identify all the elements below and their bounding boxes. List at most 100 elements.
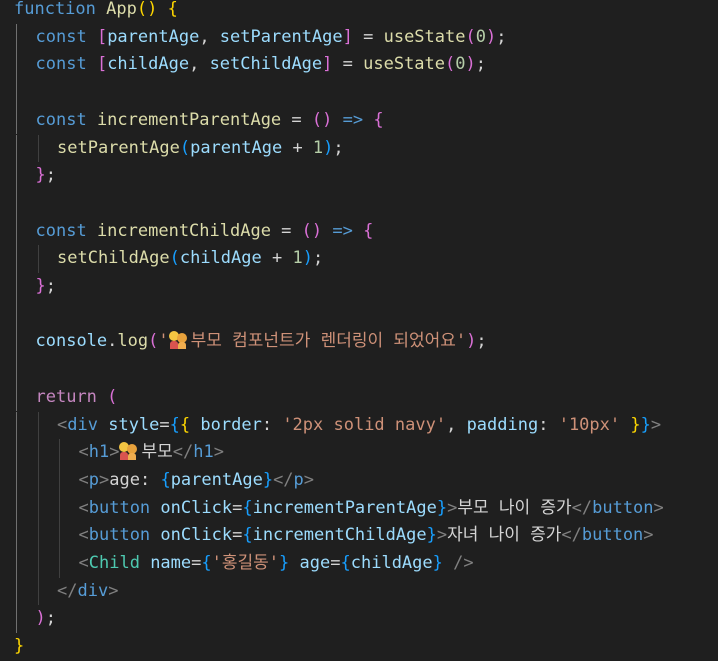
code-token: incrementParentAge	[96, 109, 282, 130]
code-text: const incrementParentAge = () => {	[36, 107, 384, 135]
code-token: }	[640, 414, 651, 435]
code-token: >	[109, 442, 120, 463]
code-token: >	[643, 525, 654, 546]
code-token: ;	[496, 26, 507, 47]
code-text: const [childAge, setChildAge] = useState…	[36, 51, 487, 79]
code-token: </	[57, 580, 78, 601]
code-line: const incrementParentAge = () => {	[0, 106, 718, 135]
indent-guide	[37, 522, 39, 550]
code-token: age	[299, 553, 331, 573]
code-line	[0, 189, 718, 218]
code-token: =>	[342, 109, 364, 130]
code-token: =	[352, 26, 384, 47]
code-token: =>	[332, 220, 353, 241]
code-token: ]	[322, 54, 333, 75]
code-token: (	[136, 0, 148, 19]
code-token: )	[302, 248, 313, 269]
code-text: const incrementChildAge = () => {	[36, 218, 374, 246]
code-token: button	[88, 497, 151, 518]
code-token: Child	[88, 553, 140, 573]
code-token: ;	[312, 248, 324, 269]
code-text: <button onClick={incrementParentAge}>부모 …	[79, 495, 664, 523]
code-token: ]	[342, 26, 353, 47]
code-token: >	[447, 497, 458, 518]
code-text: );	[36, 605, 57, 633]
indent-guide	[16, 605, 17, 634]
code-token: :	[538, 414, 559, 435]
code-token: (	[465, 26, 476, 47]
indent-guide	[16, 522, 17, 550]
indent-guide	[37, 466, 39, 495]
code-text: <button onClick={incrementChildAge}>자녀 나…	[79, 522, 654, 550]
code-token: (	[148, 331, 159, 352]
code-text: };	[36, 273, 57, 301]
code-token: parentAge	[190, 137, 283, 158]
code-line	[0, 356, 718, 384]
code-token: ;	[45, 276, 56, 296]
code-line	[0, 300, 718, 329]
indent-guide	[16, 494, 17, 523]
indent-guide	[16, 439, 17, 467]
code-token: <	[78, 497, 89, 518]
indent-guide	[16, 466, 17, 495]
code-text: <div style={{ border: '2px solid navy', …	[57, 412, 661, 440]
code-token: <	[57, 414, 68, 435]
code-token: App	[106, 0, 137, 19]
code-token: style	[108, 414, 160, 435]
code-token: >	[99, 469, 110, 490]
code-token: onClick	[160, 497, 233, 518]
code-token: 1	[292, 248, 303, 269]
code-line: <div style={{ border: '2px solid navy', …	[0, 411, 718, 440]
code-editor[interactable]: function App() {const [parentAge, setPar…	[0, 0, 718, 660]
code-token: )	[465, 54, 476, 75]
indent-guide	[37, 134, 39, 163]
code-text: <h1> 부모</h1>	[79, 439, 224, 467]
indent-guide	[16, 411, 17, 440]
code-token: 자녀 나이 증가	[447, 525, 562, 546]
code-token: :	[261, 414, 283, 435]
code-token: childAge	[350, 553, 433, 573]
indent-guide	[16, 23, 17, 52]
code-token: return	[35, 386, 97, 407]
code-token: h1	[193, 442, 214, 463]
code-token: setChildAge	[57, 248, 170, 269]
code-line: <p>age: {parentAge}</p>	[0, 466, 718, 495]
code-token: div	[77, 580, 109, 601]
code-token: ()	[301, 220, 323, 241]
indent-guide	[16, 273, 17, 301]
code-token: {	[160, 469, 171, 490]
code-token: <	[78, 553, 89, 573]
code-token: >	[436, 525, 448, 546]
indent-guide	[59, 466, 60, 495]
code-token: const	[35, 220, 87, 241]
code-line: setChildAge(childAge + 1);	[0, 245, 718, 273]
code-token: >	[108, 580, 119, 601]
indent-guide	[16, 300, 17, 329]
code-token: [	[96, 26, 108, 47]
code-token: useState	[363, 54, 446, 75]
code-token: )	[485, 26, 497, 47]
code-token: {	[167, 0, 178, 19]
code-token: ,	[199, 26, 220, 47]
code-token: parentAge	[170, 469, 263, 490]
indent-guide	[37, 550, 39, 578]
indent-guide	[37, 577, 39, 606]
code-line: const [parentAge, setParentAge] = useSta…	[0, 23, 718, 52]
code-token: }	[279, 553, 290, 573]
code-token: />	[453, 553, 474, 573]
code-token: const	[35, 109, 87, 130]
indent-guide	[59, 439, 60, 467]
code-text: const [parentAge, setParentAge] = useSta…	[36, 24, 507, 52]
family-emoji-icon	[119, 442, 138, 461]
indent-guide	[16, 245, 17, 273]
code-token: (	[107, 386, 118, 407]
code-token: onClick	[160, 525, 233, 546]
indent-guide	[16, 134, 17, 163]
code-text: };	[36, 162, 57, 190]
